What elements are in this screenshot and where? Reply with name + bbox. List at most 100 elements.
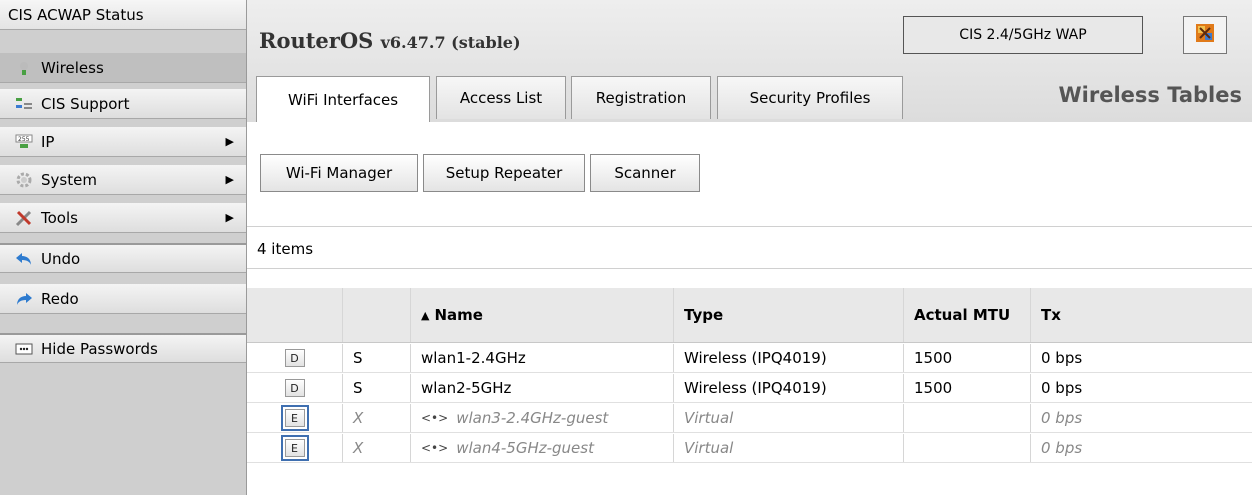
row-action-cell: E — [247, 434, 343, 462]
col-header-flags — [343, 288, 411, 342]
button-label: Wi-Fi Manager — [285, 164, 393, 182]
virtual-interface-icon: <•> — [421, 441, 449, 455]
setup-repeater-button[interactable]: Setup Repeater — [423, 154, 585, 192]
main-panel: RouterOS v6.47.7 (stable) CIS 2.4/5GHz W… — [247, 0, 1252, 495]
sidebar-item-hide-passwords[interactable]: Hide Passwords — [0, 333, 246, 363]
row-type: Virtual — [674, 404, 904, 432]
section-title: Wireless Tables — [1058, 83, 1242, 107]
virtual-interface-icon: <•> — [421, 411, 449, 425]
submenu-arrow-icon: ▶ — [225, 135, 234, 148]
sidebar-item-label: Redo — [41, 289, 79, 308]
svg-text:255: 255 — [18, 136, 30, 143]
sort-asc-icon: ▲ — [421, 308, 430, 322]
tab-label: WiFi Interfaces — [287, 90, 399, 109]
page-title: RouterOS v6.47.7 (stable) — [259, 28, 521, 53]
row-type: Virtual — [674, 434, 904, 462]
tab-label: Access List — [459, 89, 543, 107]
sidebar-item-tools[interactable]: Tools ▶ — [0, 203, 246, 233]
row-mtu: 1500 — [904, 344, 1031, 372]
header-bar: RouterOS v6.47.7 (stable) CIS 2.4/5GHz W… — [247, 0, 1252, 123]
sidebar-item-label: Wireless — [41, 58, 104, 77]
sidebar: CIS ACWAP Status Wireless CIS Support 25… — [0, 0, 247, 495]
col-label: Tx — [1041, 306, 1061, 324]
brand-name: RouterOS — [259, 28, 374, 53]
enable-button[interactable]: E — [280, 435, 309, 461]
toolbar: Wi-Fi Manager Setup Repeater Scanner — [247, 122, 1252, 227]
col-header-type[interactable]: Type — [674, 288, 904, 342]
row-type: Wireless (IPQ4019) — [674, 374, 904, 402]
row-flag: S — [343, 374, 411, 402]
sidebar-header-label: CIS ACWAP Status — [8, 5, 144, 24]
row-name-cell[interactable]: <•> wlan4-5GHz-guest — [411, 434, 674, 462]
row-mtu: 1500 — [904, 374, 1031, 402]
sidebar-item-label: Undo — [41, 249, 81, 268]
row-action-cell: E — [247, 404, 343, 432]
row-tx: 0 bps — [1041, 349, 1083, 367]
table-row[interactable]: E X <•> wlan4-5GHz-guest Virtual 0 bps — [247, 434, 1252, 463]
disable-button[interactable]: D — [284, 349, 305, 367]
row-name-cell[interactable]: <•> wlan3-2.4GHz-guest — [411, 404, 674, 432]
tab-registration[interactable]: Registration — [571, 76, 711, 119]
sidebar-item-label: IP — [41, 132, 55, 151]
col-label: Type — [684, 306, 724, 324]
tab-access-list[interactable]: Access List — [436, 76, 566, 119]
wifi-manager-button[interactable]: Wi-Fi Manager — [260, 154, 418, 192]
support-icon — [14, 95, 34, 113]
row-name[interactable]: wlan2-5GHz — [411, 374, 674, 402]
row-type: Wireless (IPQ4019) — [674, 344, 904, 372]
submenu-arrow-icon: ▶ — [225, 211, 234, 224]
button-label: Scanner — [614, 164, 676, 182]
sidebar-item-label: Hide Passwords — [41, 339, 158, 358]
items-count-bar: 4 items — [247, 229, 1252, 269]
button-label: Setup Repeater — [445, 164, 563, 182]
sidebar-item-label: Tools — [41, 208, 78, 227]
enable-button[interactable]: E — [280, 405, 309, 431]
wireless-icon — [14, 59, 34, 77]
tab-security-profiles[interactable]: Security Profiles — [717, 76, 903, 119]
col-header-tx[interactable]: Tx — [1031, 288, 1252, 342]
winbox-button[interactable] — [1183, 16, 1227, 54]
tab-label: Registration — [595, 89, 687, 107]
row-name: wlan3-2.4GHz-guest — [456, 409, 609, 427]
gear-icon — [14, 171, 34, 189]
tools-icon — [14, 209, 34, 227]
col-label: Name — [434, 306, 483, 324]
undo-icon — [14, 250, 34, 268]
sidebar-item-system[interactable]: System ▶ — [0, 165, 246, 195]
row-action-cell: D — [247, 374, 343, 402]
version-label: v6.47.7 (stable) — [380, 33, 521, 52]
row-flag: S — [343, 344, 411, 372]
col-label: Actual MTU — [914, 306, 1011, 324]
scanner-button[interactable]: Scanner — [590, 154, 700, 192]
row-name[interactable]: wlan1-2.4GHz — [411, 344, 674, 372]
sidebar-item-cis-support[interactable]: CIS Support — [0, 89, 246, 119]
sidebar-item-ip[interactable]: 255 IP ▶ — [0, 127, 246, 157]
tab-wifi-interfaces[interactable]: WiFi Interfaces — [256, 76, 430, 122]
disable-button[interactable]: D — [284, 379, 305, 397]
col-header-name[interactable]: ▲ Name — [411, 288, 674, 342]
col-header-button — [247, 288, 343, 342]
row-tx: 0 bps — [1041, 379, 1083, 397]
col-header-mtu[interactable]: Actual MTU — [904, 288, 1031, 342]
table-row[interactable]: D S wlan1-2.4GHz Wireless (IPQ4019) 1500… — [247, 344, 1252, 373]
row-tx: 0 bps — [1041, 439, 1083, 457]
redo-icon — [14, 290, 34, 308]
ip-icon: 255 — [14, 133, 34, 151]
row-mtu — [904, 434, 1031, 462]
sidebar-item-redo[interactable]: Redo — [0, 284, 246, 314]
winbox-icon — [1195, 23, 1215, 47]
table-header: ▲ Name Type Actual MTU Tx — [247, 288, 1252, 343]
row-flag: X — [343, 404, 411, 432]
sidebar-item-label: System — [41, 170, 97, 189]
device-name-box[interactable]: CIS 2.4/5GHz WAP — [903, 16, 1143, 54]
device-name: CIS 2.4/5GHz WAP — [959, 27, 1087, 43]
table-row[interactable]: D S wlan2-5GHz Wireless (IPQ4019) 1500 0… — [247, 374, 1252, 403]
sidebar-header[interactable]: CIS ACWAP Status — [0, 0, 246, 30]
sidebar-item-label: CIS Support — [41, 94, 130, 113]
submenu-arrow-icon: ▶ — [225, 173, 234, 186]
table-row[interactable]: E X <•> wlan3-2.4GHz-guest Virtual 0 bps — [247, 404, 1252, 433]
sidebar-item-undo[interactable]: Undo — [0, 243, 246, 273]
sidebar-item-wireless[interactable]: Wireless — [0, 53, 246, 83]
row-tx: 0 bps — [1041, 409, 1083, 427]
row-flag: X — [343, 434, 411, 462]
